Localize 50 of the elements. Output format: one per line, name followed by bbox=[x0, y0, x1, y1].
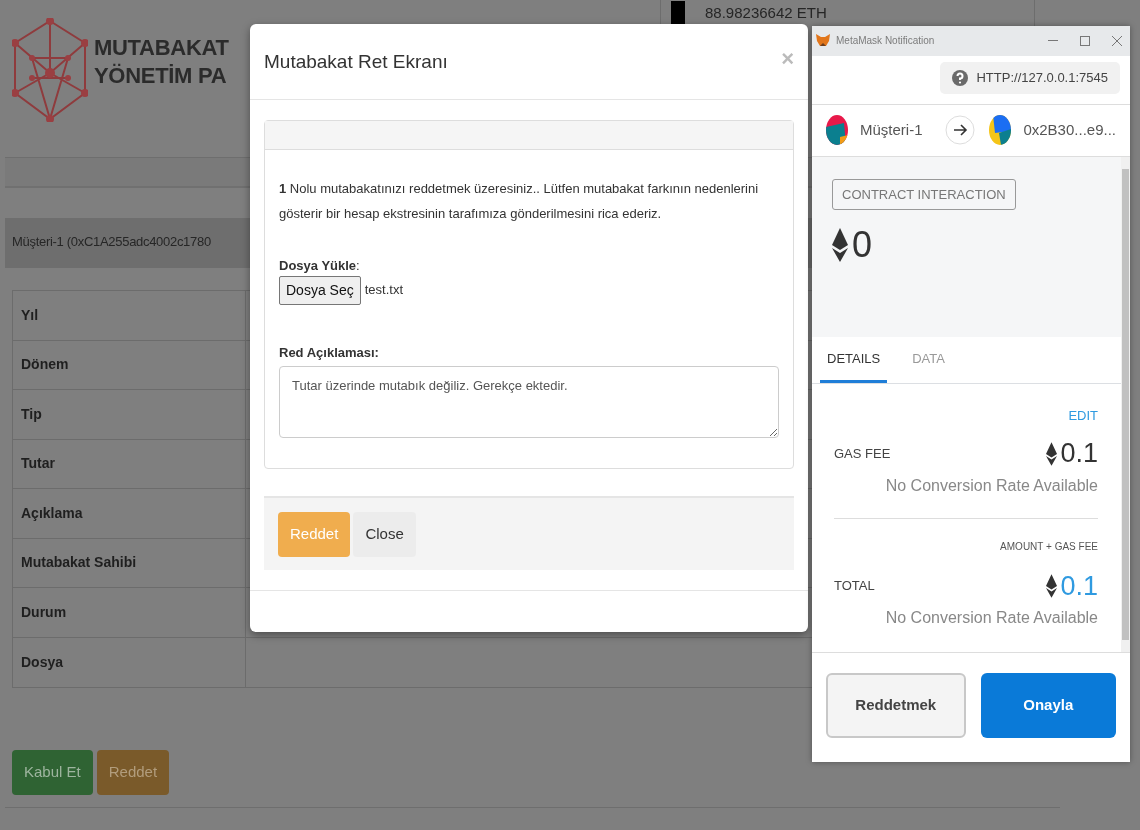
origin-url: HTTP://127.0.0.1:7545 bbox=[976, 69, 1108, 88]
window-title: MetaMask Notification bbox=[836, 34, 935, 49]
ether-icon bbox=[832, 228, 848, 263]
total-label: TOTAL bbox=[834, 577, 875, 596]
row-label: Dönem bbox=[13, 340, 246, 389]
total-caption: AMOUNT + GAS FEE bbox=[1000, 540, 1098, 552]
reason-label: Red Açıklaması: bbox=[279, 344, 379, 360]
gas-fee-label: GAS FEE bbox=[834, 444, 891, 463]
row-label: Tutar bbox=[13, 439, 246, 488]
recipient-address: 0x2B30...e9... bbox=[1023, 120, 1116, 141]
logo-text: MUTABAKAT bbox=[94, 34, 229, 62]
tab[interactable]: DETAILS bbox=[820, 336, 888, 383]
help-icon bbox=[952, 69, 969, 86]
avatar-icon bbox=[826, 115, 848, 146]
scrollbar[interactable] bbox=[1121, 156, 1130, 653]
row-label: Tip bbox=[13, 390, 246, 439]
conversion-note: No Conversion Rate Available bbox=[885, 476, 1098, 494]
tab[interactable]: DATA bbox=[905, 336, 952, 383]
reject-button[interactable]: Reddet bbox=[96, 750, 170, 795]
file-button[interactable]: Dosya Seç bbox=[279, 275, 361, 305]
accept-button[interactable]: Kabul Et bbox=[12, 750, 93, 795]
ether-icon bbox=[1046, 574, 1058, 599]
close-button[interactable]: Close bbox=[353, 512, 416, 557]
row-label: Açıklama bbox=[13, 489, 246, 538]
conversion-note: No Conversion Rate Available bbox=[885, 609, 1098, 627]
row-label: Mutabakat Sahibi bbox=[13, 538, 246, 587]
minimize-icon[interactable] bbox=[1048, 39, 1058, 42]
network-logo-icon bbox=[12, 18, 88, 122]
edit-link[interactable]: EDIT bbox=[1068, 407, 1098, 423]
transaction-type-tag: CONTRACT INTERACTION bbox=[832, 178, 1016, 211]
avatar-icon bbox=[989, 115, 1012, 146]
modal-title: Mutabakat Ret Ekranı bbox=[264, 50, 448, 74]
square-icon bbox=[671, 1, 685, 25]
gas-fee-value: 0.1 bbox=[1060, 437, 1098, 471]
logo-text: YÖNETİM PA bbox=[94, 62, 228, 90]
balance-text: 88.98236642 ETH bbox=[705, 2, 827, 23]
reason-field[interactable]: Tutar üzerinde mutabık değiliz. Gerekçe ektedir. bbox=[279, 366, 779, 438]
reject-button[interactable]: Reddetmek bbox=[826, 673, 966, 739]
ether-icon bbox=[1046, 441, 1058, 466]
amount-text: 0 bbox=[852, 223, 873, 268]
fox-icon bbox=[816, 34, 830, 48]
row-label: Durum bbox=[13, 588, 246, 637]
account-name: Müşteri-1 bbox=[860, 120, 923, 141]
file-name: test.txt bbox=[364, 281, 403, 300]
confirm-button[interactable]: Onayla bbox=[980, 673, 1116, 739]
row-label: Dosya bbox=[13, 637, 246, 687]
maximize-icon[interactable] bbox=[1080, 35, 1090, 46]
total-value: 0.1 bbox=[1060, 569, 1098, 603]
close-icon[interactable] bbox=[1112, 35, 1122, 46]
row-label: Yıl bbox=[13, 291, 246, 340]
